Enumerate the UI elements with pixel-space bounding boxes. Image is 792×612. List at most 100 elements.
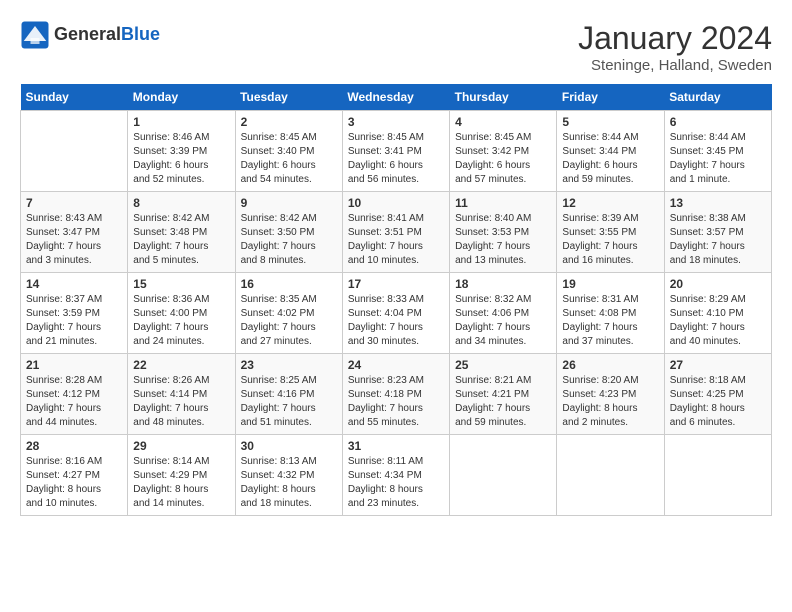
day-number: 8	[133, 196, 229, 210]
day-cell: 18 Sunrise: 8:32 AM Sunset: 4:06 PM Dayli…	[450, 273, 557, 354]
day-info: Sunrise: 8:18 AM Sunset: 4:25 PM Dayligh…	[670, 374, 766, 430]
day-cell	[21, 111, 128, 192]
col-header-saturday: Saturday	[664, 84, 771, 111]
day-number: 25	[455, 358, 551, 372]
day-info: Sunrise: 8:45 AM Sunset: 3:42 PM Dayligh…	[455, 131, 551, 187]
day-number: 21	[26, 358, 122, 372]
col-header-friday: Friday	[557, 84, 664, 111]
day-number: 29	[133, 439, 229, 453]
day-cell: 10Sunrise: 8:41 AM Sunset: 3:51 PM Dayli…	[342, 192, 449, 273]
day-number: 28	[26, 439, 122, 453]
day-cell: 25 Sunrise: 8:21 AM Sunset: 4:21 PM Dayli…	[450, 354, 557, 435]
day-number: 7	[26, 196, 122, 210]
day-cell	[450, 435, 557, 516]
day-info: Sunrise: 8:26 AM Sunset: 4:14 PM Dayligh…	[133, 374, 229, 430]
logo-icon	[20, 20, 50, 50]
week-row-4: 21 Sunrise: 8:28 AM Sunset: 4:12 PM Dayli…	[21, 354, 772, 435]
day-info: Sunrise: 8:21 AM Sunset: 4:21 PM Dayligh…	[455, 374, 551, 430]
location-title: Steninge, Halland, Sweden	[578, 57, 772, 74]
day-number: 12	[562, 196, 658, 210]
day-cell: 20 Sunrise: 8:29 AM Sunset: 4:10 PM Dayli…	[664, 273, 771, 354]
day-info: Sunrise: 8:43 AM Sunset: 3:47 PM Dayligh…	[26, 212, 122, 268]
day-number: 30	[241, 439, 337, 453]
day-info: Sunrise: 8:16 AM Sunset: 4:27 PM Dayligh…	[26, 455, 122, 511]
title-block: January 2024 Steninge, Halland, Sweden	[578, 20, 772, 74]
col-header-sunday: Sunday	[21, 84, 128, 111]
day-cell: 28 Sunrise: 8:16 AM Sunset: 4:27 PM Dayli…	[21, 435, 128, 516]
day-info: Sunrise: 8:45 AM Sunset: 3:41 PM Dayligh…	[348, 131, 444, 187]
day-number: 26	[562, 358, 658, 372]
day-cell: 6 Sunrise: 8:44 AM Sunset: 3:45 PM Daylig…	[664, 111, 771, 192]
day-info: Sunrise: 8:39 AM Sunset: 3:55 PM Dayligh…	[562, 212, 658, 268]
day-number: 6	[670, 115, 766, 129]
day-number: 17	[348, 277, 444, 291]
col-header-wednesday: Wednesday	[342, 84, 449, 111]
day-number: 14	[26, 277, 122, 291]
day-info: Sunrise: 8:11 AM Sunset: 4:34 PM Dayligh…	[348, 455, 444, 511]
calendar-table: SundayMondayTuesdayWednesdayThursdayFrid…	[20, 84, 772, 516]
day-number: 2	[241, 115, 337, 129]
page-header: GeneralBlue January 2024 Steninge, Halla…	[20, 20, 772, 74]
day-cell: 21 Sunrise: 8:28 AM Sunset: 4:12 PM Dayli…	[21, 354, 128, 435]
day-number: 24	[348, 358, 444, 372]
day-cell: 24 Sunrise: 8:23 AM Sunset: 4:18 PM Dayli…	[342, 354, 449, 435]
day-info: Sunrise: 8:44 AM Sunset: 3:45 PM Dayligh…	[670, 131, 766, 187]
day-info: Sunrise: 8:42 AM Sunset: 3:48 PM Dayligh…	[133, 212, 229, 268]
day-cell: 13 Sunrise: 8:38 AM Sunset: 3:57 PM Dayli…	[664, 192, 771, 273]
day-info: Sunrise: 8:35 AM Sunset: 4:02 PM Dayligh…	[241, 293, 337, 349]
day-info: Sunrise: 8:37 AM Sunset: 3:59 PM Dayligh…	[26, 293, 122, 349]
day-number: 23	[241, 358, 337, 372]
day-cell: 9 Sunrise: 8:42 AM Sunset: 3:50 PM Daylig…	[235, 192, 342, 273]
day-cell: 3 Sunrise: 8:45 AM Sunset: 3:41 PM Daylig…	[342, 111, 449, 192]
day-number: 1	[133, 115, 229, 129]
day-number: 15	[133, 277, 229, 291]
day-cell: 23Sunrise: 8:25 AM Sunset: 4:16 PM Dayli…	[235, 354, 342, 435]
day-cell: 7 Sunrise: 8:43 AM Sunset: 3:47 PM Daylig…	[21, 192, 128, 273]
day-number: 3	[348, 115, 444, 129]
day-cell: 17 Sunrise: 8:33 AM Sunset: 4:04 PM Dayli…	[342, 273, 449, 354]
day-info: Sunrise: 8:13 AM Sunset: 4:32 PM Dayligh…	[241, 455, 337, 511]
day-cell: 8 Sunrise: 8:42 AM Sunset: 3:48 PM Daylig…	[128, 192, 235, 273]
day-number: 9	[241, 196, 337, 210]
day-info: Sunrise: 8:40 AM Sunset: 3:53 PM Dayligh…	[455, 212, 551, 268]
day-info: Sunrise: 8:33 AM Sunset: 4:04 PM Dayligh…	[348, 293, 444, 349]
day-info: Sunrise: 8:38 AM Sunset: 3:57 PM Dayligh…	[670, 212, 766, 268]
day-number: 13	[670, 196, 766, 210]
day-info: Sunrise: 8:46 AM Sunset: 3:39 PM Dayligh…	[133, 131, 229, 187]
day-info: Sunrise: 8:44 AM Sunset: 3:44 PM Dayligh…	[562, 131, 658, 187]
day-number: 11	[455, 196, 551, 210]
day-cell: 26Sunrise: 8:20 AM Sunset: 4:23 PM Dayli…	[557, 354, 664, 435]
col-header-thursday: Thursday	[450, 84, 557, 111]
day-number: 16	[241, 277, 337, 291]
col-header-tuesday: Tuesday	[235, 84, 342, 111]
calendar-header-row: SundayMondayTuesdayWednesdayThursdayFrid…	[21, 84, 772, 111]
day-info: Sunrise: 8:31 AM Sunset: 4:08 PM Dayligh…	[562, 293, 658, 349]
logo: GeneralBlue	[20, 20, 160, 50]
day-info: Sunrise: 8:29 AM Sunset: 4:10 PM Dayligh…	[670, 293, 766, 349]
day-info: Sunrise: 8:23 AM Sunset: 4:18 PM Dayligh…	[348, 374, 444, 430]
day-number: 10	[348, 196, 444, 210]
logo-text: GeneralBlue	[54, 25, 160, 45]
day-cell: 2 Sunrise: 8:45 AM Sunset: 3:40 PM Daylig…	[235, 111, 342, 192]
day-info: Sunrise: 8:45 AM Sunset: 3:40 PM Dayligh…	[241, 131, 337, 187]
week-row-2: 7 Sunrise: 8:43 AM Sunset: 3:47 PM Daylig…	[21, 192, 772, 273]
week-row-1: 1 Sunrise: 8:46 AM Sunset: 3:39 PM Daylig…	[21, 111, 772, 192]
day-number: 22	[133, 358, 229, 372]
col-header-monday: Monday	[128, 84, 235, 111]
week-row-5: 28 Sunrise: 8:16 AM Sunset: 4:27 PM Dayli…	[21, 435, 772, 516]
day-info: Sunrise: 8:28 AM Sunset: 4:12 PM Dayligh…	[26, 374, 122, 430]
day-number: 18	[455, 277, 551, 291]
day-number: 19	[562, 277, 658, 291]
day-cell: 5Sunrise: 8:44 AM Sunset: 3:44 PM Daylig…	[557, 111, 664, 192]
day-info: Sunrise: 8:42 AM Sunset: 3:50 PM Dayligh…	[241, 212, 337, 268]
day-cell	[664, 435, 771, 516]
day-cell: 31Sunrise: 8:11 AM Sunset: 4:34 PM Dayli…	[342, 435, 449, 516]
month-title: January 2024	[578, 20, 772, 57]
day-number: 20	[670, 277, 766, 291]
day-cell: 19 Sunrise: 8:31 AM Sunset: 4:08 PM Dayli…	[557, 273, 664, 354]
day-info: Sunrise: 8:14 AM Sunset: 4:29 PM Dayligh…	[133, 455, 229, 511]
day-cell: 12 Sunrise: 8:39 AM Sunset: 3:55 PM Dayli…	[557, 192, 664, 273]
day-number: 27	[670, 358, 766, 372]
day-info: Sunrise: 8:32 AM Sunset: 4:06 PM Dayligh…	[455, 293, 551, 349]
day-cell: 16 Sunrise: 8:35 AM Sunset: 4:02 PM Dayli…	[235, 273, 342, 354]
